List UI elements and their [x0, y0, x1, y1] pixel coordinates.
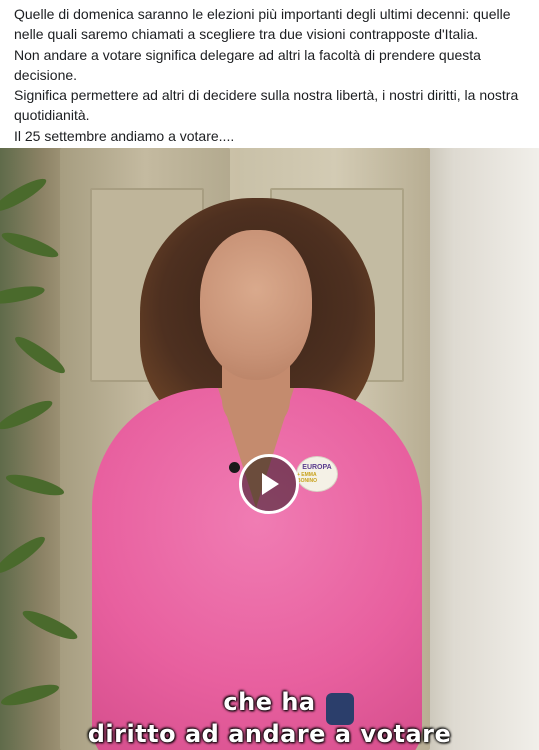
post-paragraph-3: Significa permettere ad altri di decider… — [14, 87, 519, 124]
video-caption-line-1: che ha — [223, 688, 316, 716]
post-paragraph-2: Non andare a votare significa delegare a… — [14, 46, 481, 83]
play-icon — [262, 473, 279, 495]
plant-leaf — [0, 395, 56, 435]
badge-text-1: EUROPA — [302, 464, 332, 471]
video-caption-line-2: diritto ad andare a votare — [87, 720, 452, 748]
plant-leaf — [0, 532, 49, 578]
post-text: Quelle di domenica saranno le elezioni p… — [14, 4, 529, 146]
post-paragraph-4: Il 25 settembre andiamo a votare.... — [14, 127, 235, 144]
background-wall — [455, 148, 539, 750]
play-button[interactable] — [239, 454, 299, 514]
party-badge: EUROPA + EMMA BONINO — [296, 456, 338, 492]
lapel-microphone — [229, 462, 240, 473]
video-player[interactable]: EUROPA + EMMA BONINO che ha diritto ad a… — [0, 148, 539, 750]
plant-leaf — [0, 282, 46, 308]
plant-leaf — [0, 173, 50, 217]
post-paragraph-1: Quelle di domenica saranno le elezioni p… — [14, 6, 511, 43]
badge-text-2: + EMMA BONINO — [297, 472, 317, 484]
plant-leaf — [4, 470, 66, 500]
plant-leaf — [0, 228, 61, 262]
person-face — [200, 230, 312, 380]
